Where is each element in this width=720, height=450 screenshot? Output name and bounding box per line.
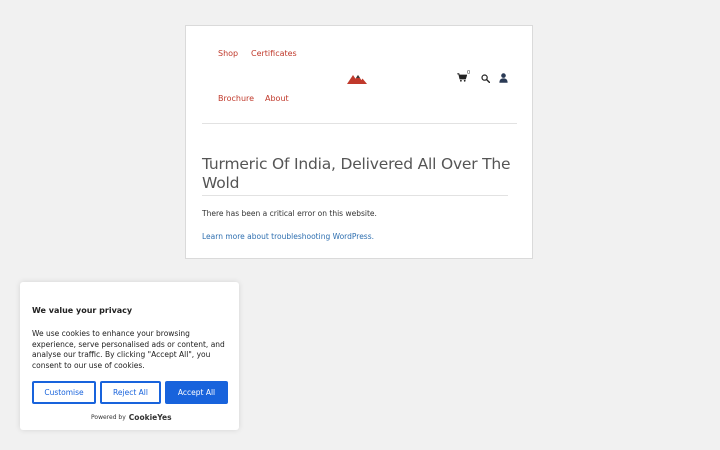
troubleshooting-link[interactable]: Learn more about troubleshooting WordPre…: [202, 232, 374, 241]
nav-link-brochure[interactable]: Brochure: [218, 94, 254, 103]
site-card: Shop Certificates Brochure About 0 Turme…: [185, 25, 533, 259]
cookieyes-logo[interactable]: CookieYes: [129, 413, 172, 422]
header-divider: [202, 123, 517, 124]
powered-by-label: Powered by: [91, 414, 126, 421]
site-logo[interactable]: [347, 74, 367, 84]
accept-all-button[interactable]: Accept All: [165, 381, 228, 404]
nav-link-shop[interactable]: Shop: [218, 49, 238, 58]
cookie-banner-title: We value your privacy: [32, 306, 133, 315]
page: Shop Certificates Brochure About 0 Turme…: [0, 0, 720, 450]
page-title: Turmeric Of India, Delivered All Over Th…: [202, 155, 511, 192]
user-icon[interactable]: [499, 73, 508, 83]
cookie-banner-description: We use cookies to enhance your browsing …: [32, 329, 225, 370]
search-icon[interactable]: [481, 74, 490, 83]
error-message: There has been a critical error on this …: [202, 209, 377, 218]
customise-button[interactable]: Customise: [32, 381, 96, 404]
cookie-consent-banner: We value your privacy We use cookies to …: [20, 282, 239, 430]
powered-by-footer: Powered by CookieYes: [91, 413, 172, 422]
cart-count-badge: 0: [467, 70, 471, 76]
cart-icon[interactable]: [457, 73, 467, 82]
nav-link-about[interactable]: About: [265, 94, 289, 103]
nav-link-certificates[interactable]: Certificates: [251, 49, 297, 58]
title-divider: [202, 195, 508, 196]
reject-all-button[interactable]: Reject All: [100, 381, 161, 404]
